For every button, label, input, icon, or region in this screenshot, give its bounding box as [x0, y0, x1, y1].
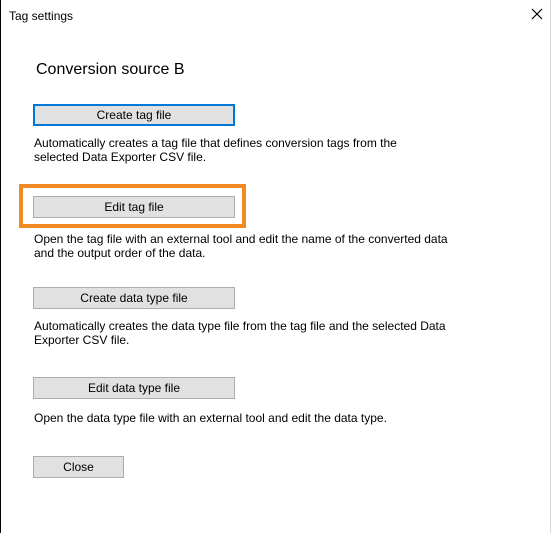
description-line: Open the data type file with an external…: [34, 411, 387, 425]
title-bar: Tag settings: [1, 0, 550, 30]
create-tag-file-button[interactable]: Create tag file: [33, 104, 235, 126]
window-title: Tag settings: [9, 9, 74, 23]
edit-data-type-file-description: Open the data type file with an external…: [34, 411, 544, 425]
edit-data-type-file-button[interactable]: Edit data type file: [33, 377, 235, 399]
description-line: Automatically creates the data type file…: [34, 319, 446, 333]
description-line: Exporter CSV file.: [34, 333, 130, 347]
description-line: Automatically creates a tag file that de…: [34, 136, 397, 150]
create-data-type-file-description: Automatically creates the data type file…: [34, 319, 544, 347]
create-tag-file-description: Automatically creates a tag file that de…: [34, 136, 544, 164]
edit-tag-file-button[interactable]: Edit tag file: [33, 196, 235, 218]
conversion-source-heading: Conversion source B: [36, 61, 185, 78]
description-line: and the output order of the data.: [34, 246, 206, 260]
description-line: selected Data Exporter CSV file.: [34, 150, 207, 164]
close-icon[interactable]: [528, 5, 546, 23]
tag-settings-dialog: Tag settings Conversion source B Create …: [0, 0, 551, 533]
close-button[interactable]: Close: [33, 456, 124, 478]
create-data-type-file-button[interactable]: Create data type file: [33, 287, 235, 309]
edit-tag-file-description: Open the tag file with an external tool …: [34, 232, 544, 260]
description-line: Open the tag file with an external tool …: [34, 232, 448, 246]
